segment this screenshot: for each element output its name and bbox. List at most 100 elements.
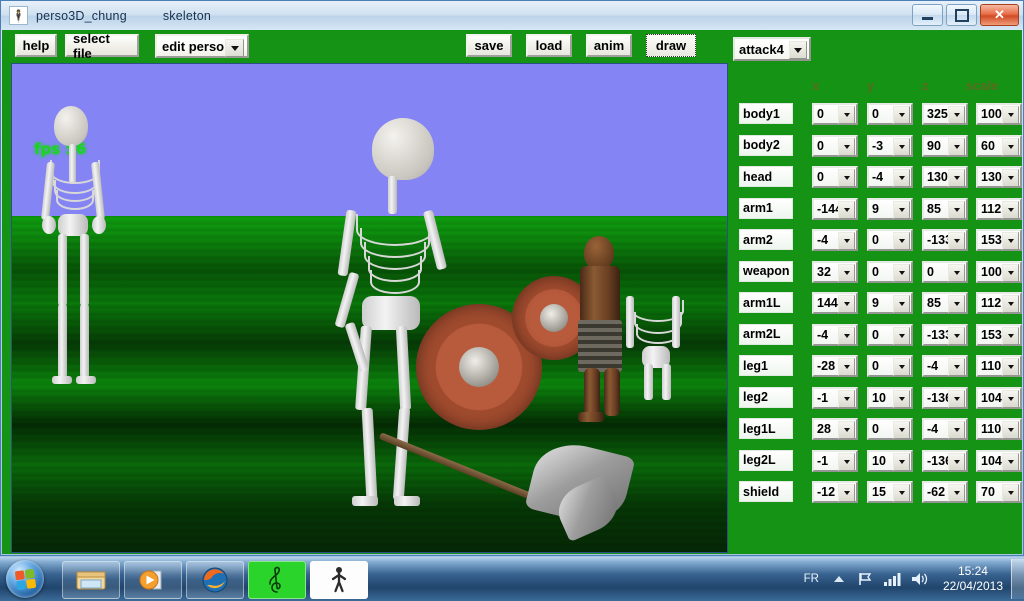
select-file-button[interactable]: select file xyxy=(65,31,139,61)
show-hidden-icons-button[interactable] xyxy=(833,573,845,585)
load-button[interactable]: load xyxy=(526,34,572,57)
field-leg1-scale[interactable]: 110 xyxy=(976,355,1022,377)
chevron-down-icon[interactable] xyxy=(1002,169,1019,187)
field-arm2-y[interactable]: 0 xyxy=(867,229,913,251)
chevron-down-icon[interactable] xyxy=(948,389,965,408)
field-leg2-z[interactable]: -136 xyxy=(922,386,968,409)
field-arm1-scale[interactable]: 112 xyxy=(976,197,1022,220)
field-leg2-scale[interactable]: 104 xyxy=(976,386,1022,409)
chevron-down-icon[interactable] xyxy=(838,358,855,376)
field-body1-x[interactable]: 0 xyxy=(812,103,858,125)
chevron-down-icon[interactable] xyxy=(893,200,910,219)
field-arm2l-z[interactable]: -133 xyxy=(922,323,968,346)
field-arm1-y[interactable]: 9 xyxy=(867,197,913,220)
field-arm1l-scale[interactable]: 112 xyxy=(976,292,1022,314)
chevron-down-icon[interactable] xyxy=(948,421,965,439)
chevron-down-icon[interactable] xyxy=(838,263,855,282)
chevron-down-icon[interactable] xyxy=(948,326,965,345)
field-leg1-z[interactable]: -4 xyxy=(922,355,968,377)
taskbar-item-media-player[interactable] xyxy=(124,561,182,599)
chevron-down-icon[interactable] xyxy=(893,484,910,502)
chevron-down-icon[interactable] xyxy=(893,295,910,313)
edit-perso-dropdown[interactable]: edit perso xyxy=(155,34,249,58)
field-head-x[interactable]: 0 xyxy=(812,166,858,188)
chevron-down-icon[interactable] xyxy=(1002,389,1019,408)
maximize-button[interactable] xyxy=(946,4,977,26)
tray-language[interactable]: FR xyxy=(804,573,819,585)
help-button[interactable]: help xyxy=(15,34,57,57)
field-body2-scale[interactable]: 60 xyxy=(976,134,1022,157)
chevron-down-icon[interactable] xyxy=(893,452,910,471)
anim-button[interactable]: anim xyxy=(586,34,632,57)
field-body2-x[interactable]: 0 xyxy=(812,134,858,157)
action-center-button[interactable] xyxy=(857,571,873,587)
chevron-down-icon[interactable] xyxy=(893,263,910,282)
field-arm1-x[interactable]: -144 xyxy=(812,197,858,220)
field-arm1-z[interactable]: 85 xyxy=(922,197,968,220)
chevron-down-icon[interactable] xyxy=(838,452,855,471)
taskbar-item-firefox[interactable] xyxy=(186,561,244,599)
chevron-down-icon[interactable] xyxy=(838,169,855,187)
chevron-down-icon[interactable] xyxy=(948,106,965,124)
show-desktop-button[interactable] xyxy=(1011,559,1024,599)
taskbar-item-perso3d-app[interactable] xyxy=(310,561,368,599)
field-arm2-scale[interactable]: 153 xyxy=(976,229,1022,251)
field-weapon-x[interactable]: 32 xyxy=(812,260,858,283)
chevron-down-icon[interactable] xyxy=(893,169,910,187)
chevron-down-icon[interactable] xyxy=(1002,484,1019,502)
title-bar[interactable]: 🕴 perso3D_chung skeleton ✕ xyxy=(1,1,1023,30)
field-shield-scale[interactable]: 70 xyxy=(976,481,1022,503)
chevron-down-icon[interactable] xyxy=(948,200,965,219)
field-shield-z[interactable]: -62 xyxy=(922,481,968,503)
clock[interactable]: 15:24 22/04/2013 xyxy=(943,564,1003,594)
field-leg1l-x[interactable]: 28 xyxy=(812,418,858,440)
chevron-down-icon[interactable] xyxy=(1002,232,1019,250)
chevron-down-icon[interactable] xyxy=(838,200,855,219)
field-body1-y[interactable]: 0 xyxy=(867,103,913,125)
field-leg1-x[interactable]: -28 xyxy=(812,355,858,377)
field-shield-x[interactable]: -12 xyxy=(812,481,858,503)
field-weapon-scale[interactable]: 100 xyxy=(976,260,1022,283)
field-leg2-x[interactable]: -1 xyxy=(812,386,858,409)
chevron-down-icon[interactable] xyxy=(948,232,965,250)
volume-button[interactable] xyxy=(911,571,929,587)
chevron-down-icon[interactable] xyxy=(838,484,855,502)
field-arm2-x[interactable]: -4 xyxy=(812,229,858,251)
chevron-down-icon[interactable] xyxy=(838,106,855,124)
field-leg2-y[interactable]: 10 xyxy=(867,386,913,409)
chevron-down-icon[interactable] xyxy=(948,263,965,282)
chevron-down-icon[interactable] xyxy=(1002,106,1019,124)
save-button[interactable]: save xyxy=(466,34,512,57)
field-head-y[interactable]: -4 xyxy=(867,166,913,188)
field-leg2l-y[interactable]: 10 xyxy=(867,449,913,472)
field-head-scale[interactable]: 130 xyxy=(976,166,1022,188)
field-body1-scale[interactable]: 100 xyxy=(976,103,1022,125)
chevron-down-icon[interactable] xyxy=(1002,326,1019,345)
field-leg1l-y[interactable]: 0 xyxy=(867,418,913,440)
chevron-down-icon[interactable] xyxy=(1002,421,1019,439)
chevron-down-icon[interactable] xyxy=(225,39,244,57)
chevron-down-icon[interactable] xyxy=(893,137,910,156)
chevron-down-icon[interactable] xyxy=(893,421,910,439)
field-leg2l-z[interactable]: -136 xyxy=(922,449,968,472)
chevron-down-icon[interactable] xyxy=(1002,200,1019,219)
chevron-down-icon[interactable] xyxy=(1002,137,1019,156)
field-shield-y[interactable]: 15 xyxy=(867,481,913,503)
field-weapon-z[interactable]: 0 xyxy=(922,260,968,283)
draw-button[interactable]: draw xyxy=(646,34,696,57)
field-leg1-y[interactable]: 0 xyxy=(867,355,913,377)
chevron-down-icon[interactable] xyxy=(1002,295,1019,313)
chevron-down-icon[interactable] xyxy=(838,421,855,439)
chevron-down-icon[interactable] xyxy=(893,389,910,408)
field-arm2-z[interactable]: -133 xyxy=(922,229,968,251)
network-button[interactable] xyxy=(883,571,901,587)
chevron-down-icon[interactable] xyxy=(838,295,855,313)
chevron-down-icon[interactable] xyxy=(893,232,910,250)
field-arm1l-y[interactable]: 9 xyxy=(867,292,913,314)
3d-viewport[interactable]: fps 56 xyxy=(11,63,728,553)
chevron-down-icon[interactable] xyxy=(838,137,855,156)
close-button[interactable]: ✕ xyxy=(980,4,1019,26)
chevron-down-icon[interactable] xyxy=(948,358,965,376)
animation-select[interactable]: attack4 xyxy=(733,37,811,61)
chevron-down-icon[interactable] xyxy=(893,358,910,376)
